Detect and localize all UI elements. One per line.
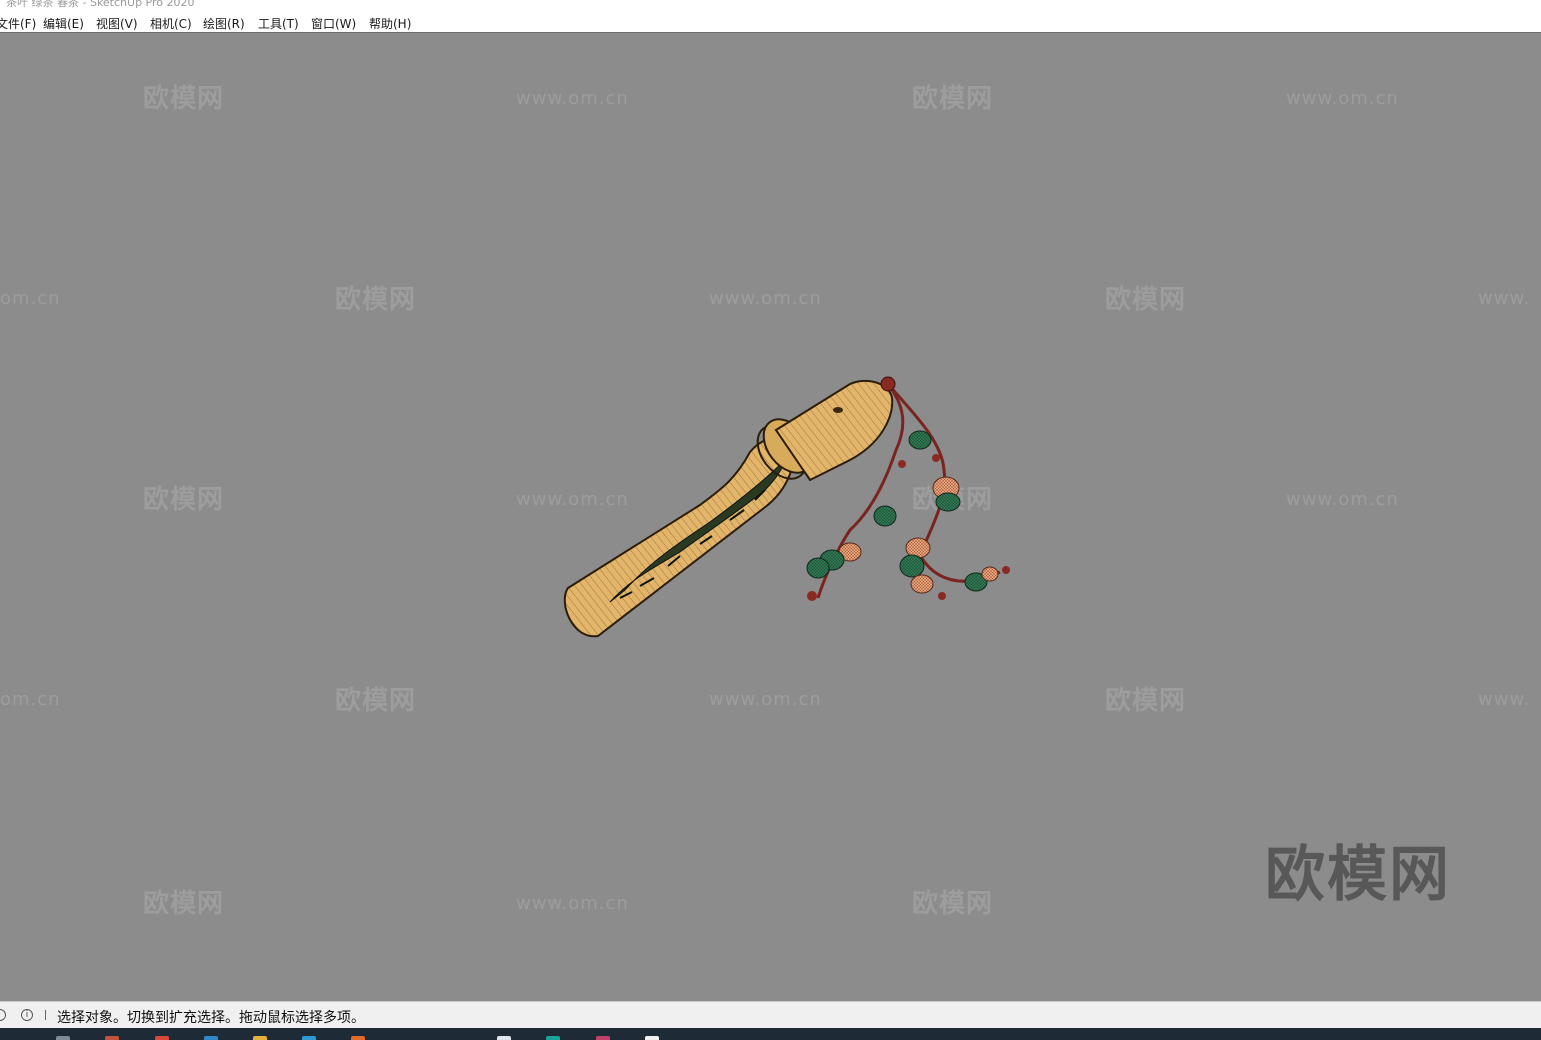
watermark-url: www.om.cn	[516, 893, 629, 914]
taskbar-app-icon[interactable]	[546, 1036, 560, 1040]
status-text: 选择对象。切换到扩充选择。拖动鼠标选择多项。	[57, 1010, 365, 1026]
watermark-url-partial: www.	[1478, 288, 1531, 309]
watermark-brand: 欧模网	[335, 285, 417, 315]
menu-draw[interactable]: 绘图(R)	[203, 15, 245, 32]
status-bar: i 选择对象。切换到扩充选择。拖动鼠标选择多项。	[0, 1001, 1541, 1028]
watermark-url: www.om.cn	[1286, 489, 1399, 510]
taskbar-app-icon[interactable]	[155, 1036, 169, 1040]
watermark-brand: 欧模网	[143, 889, 225, 919]
menu-view[interactable]: 视图(V)	[96, 15, 138, 32]
watermark-url-partial: om.cn	[0, 288, 61, 309]
watermark-url: www.om.cn	[1286, 88, 1399, 109]
taskbar-app-icon[interactable]	[105, 1036, 119, 1040]
watermark-url: www.om.cn	[709, 689, 822, 710]
menu-window[interactable]: 窗口(W)	[311, 15, 356, 32]
watermark-logo: 欧模网	[1265, 840, 1451, 910]
watermark-brand: 欧模网	[143, 485, 225, 515]
taskbar-app-icon[interactable]	[204, 1036, 218, 1040]
watermark-url: www.om.cn	[516, 88, 629, 109]
watermark-url: www.om.cn	[709, 288, 822, 309]
taskbar-app-icon[interactable]	[351, 1036, 365, 1040]
watermark-brand: 欧模网	[912, 84, 994, 114]
taskbar-app-icon[interactable]	[645, 1036, 659, 1040]
watermark-brand: 欧模网	[335, 686, 417, 716]
window-title: 茶叶 绿茶 春茶 - SketchUp Pro 2020	[6, 0, 195, 9]
watermark-brand: 欧模网	[1105, 686, 1187, 716]
menu-bar: 文件(F) 编辑(E) 视图(V) 相机(C) 绘图(R) 工具(T) 窗口(W…	[0, 10, 1541, 33]
title-bar: 茶叶 绿茶 春茶 - SketchUp Pro 2020	[0, 0, 1541, 10]
geo-location-icon[interactable]	[0, 1009, 6, 1021]
taskbar-app-icon[interactable]	[497, 1036, 511, 1040]
taskbar-app-icon[interactable]	[302, 1036, 316, 1040]
taskbar-app-icon[interactable]	[56, 1036, 70, 1040]
scoop-body	[563, 379, 894, 638]
bamboo-tea-scoop-model[interactable]	[550, 340, 1030, 660]
menu-help[interactable]: 帮助(H)	[369, 15, 411, 32]
watermark-url-partial: om.cn	[0, 689, 61, 710]
status-separator	[45, 1010, 46, 1020]
taskbar-app-icon[interactable]	[253, 1036, 267, 1040]
watermark-url-partial: www.	[1478, 689, 1531, 710]
os-taskbar	[0, 1028, 1541, 1040]
taskbar-app-icon[interactable]	[596, 1036, 610, 1040]
menu-camera[interactable]: 相机(C)	[150, 15, 192, 32]
menu-tools[interactable]: 工具(T)	[258, 15, 299, 32]
info-icon[interactable]: i	[21, 1009, 33, 1021]
watermark-brand: 欧模网	[143, 84, 225, 114]
watermark-brand: 欧模网	[1105, 285, 1187, 315]
watermark-brand: 欧模网	[912, 889, 994, 919]
menu-edit[interactable]: 编辑(E)	[43, 15, 84, 32]
menu-file[interactable]: 文件(F)	[0, 15, 36, 32]
